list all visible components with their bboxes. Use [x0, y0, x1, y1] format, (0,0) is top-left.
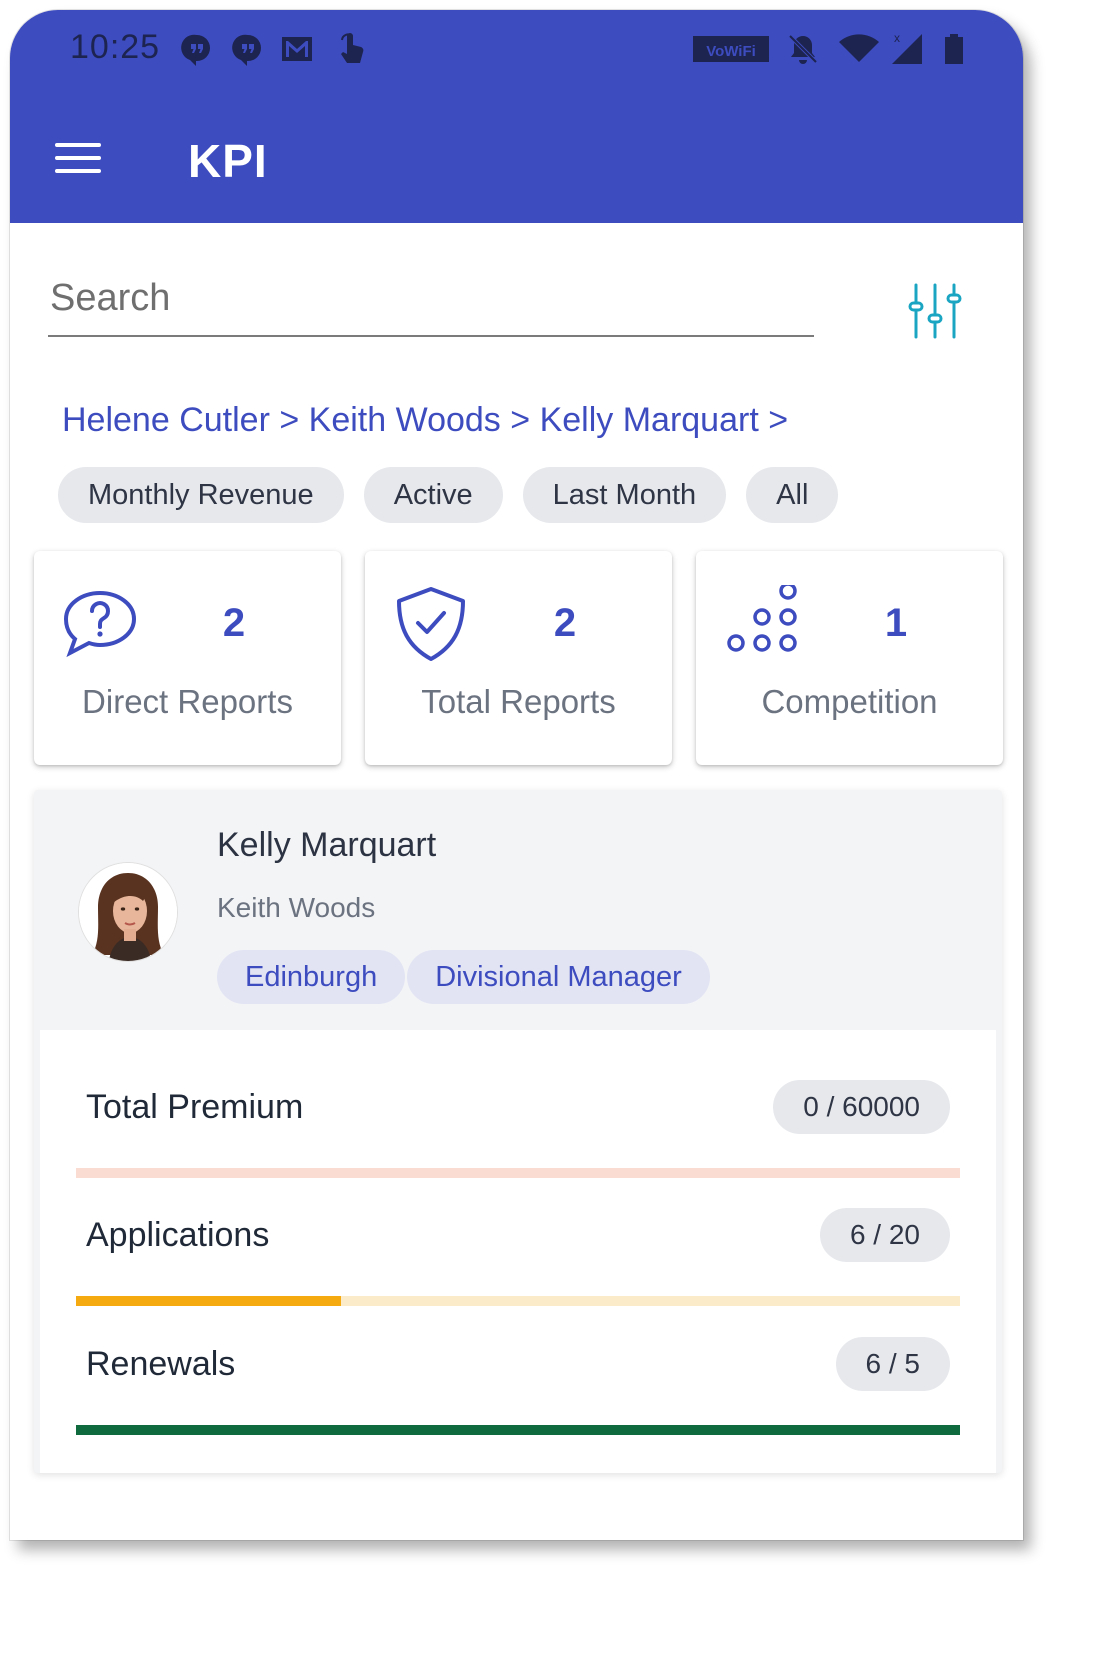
tag-location[interactable]: Edinburgh — [217, 950, 406, 1004]
progress-bar-renewals — [76, 1425, 960, 1435]
breadcrumb: Helene Cutler > Keith Woods > Kelly Marq… — [62, 401, 788, 440]
quote-notification-icon — [232, 34, 261, 66]
wifi-icon — [839, 34, 879, 62]
signal-icon: x — [892, 32, 922, 64]
avatar-photo-icon — [79, 863, 177, 961]
metric-value-total-premium: 0 / 60000 — [773, 1080, 950, 1134]
metric-label-renewals: Renewals — [86, 1345, 236, 1383]
quote-notification-icon — [181, 34, 210, 66]
shield-check-icon — [397, 587, 465, 661]
kpi-card-total-reports[interactable]: 2 Total Reports — [365, 551, 672, 765]
breadcrumb-separator: > — [510, 401, 540, 439]
breadcrumb-item[interactable]: Kelly Marquart — [540, 401, 759, 439]
svg-text:VoWiFi: VoWiFi — [706, 43, 756, 60]
search-input[interactable] — [48, 263, 814, 333]
status-time: 10:25 — [70, 28, 161, 66]
question-bubble-icon — [63, 590, 137, 658]
chip-last-month[interactable]: Last Month — [522, 467, 727, 523]
filter-chips: Monthly Revenue Active Last Month All — [58, 467, 839, 523]
breadcrumb-separator: > — [279, 401, 309, 439]
tag-role[interactable]: Divisional Manager — [407, 950, 710, 1004]
person-manager: Keith Woods — [217, 892, 376, 923]
vowifi-icon: VoWiFi — [693, 36, 769, 62]
metric-value-applications: 6 / 20 — [819, 1208, 950, 1262]
gmail-icon — [282, 37, 312, 61]
bell-off-icon — [788, 34, 818, 64]
kpi-value: 2 — [222, 601, 246, 645]
kpi-label: Total Reports — [421, 683, 616, 720]
kpi-label: Competition — [761, 683, 938, 720]
kpi-card-competition[interactable]: 1 Competition — [696, 551, 1003, 765]
breadcrumb-item[interactable]: Keith Woods — [309, 401, 501, 439]
battery-icon — [945, 34, 963, 64]
phone-screen: 10:25 VoWiFi x KPI Search Helene Cutler … — [10, 10, 1023, 1540]
kpi-card-direct-reports[interactable]: 2 Direct Reports — [34, 551, 341, 765]
kpi-value: 2 — [553, 601, 577, 645]
kpi-value: 1 — [884, 601, 908, 645]
page-title: KPI — [188, 135, 268, 187]
svg-text:x: x — [894, 32, 900, 45]
breadcrumb-item[interactable]: Helene Cutler — [62, 401, 270, 439]
sliders-icon[interactable] — [906, 281, 964, 341]
chip-active[interactable]: Active — [363, 467, 503, 523]
profile-card[interactable]: Kelly Marquart Keith Woods Edinburgh Div… — [34, 790, 1002, 1473]
circles-pyramid-icon — [727, 585, 797, 652]
metric-label-applications: Applications — [86, 1216, 270, 1254]
profile-tags: Edinburgh Divisional Manager — [217, 950, 710, 1004]
status-bar: 10:25 VoWiFi x — [10, 10, 1023, 90]
progress-fill — [76, 1296, 342, 1306]
app-bar: KPI — [10, 90, 1023, 223]
hamburger-menu-icon[interactable] — [55, 143, 101, 175]
chip-all[interactable]: All — [746, 467, 839, 523]
metrics-panel: Total Premium 0 / 60000 Applications 6 /… — [40, 1030, 996, 1473]
person-name: Kelly Marquart — [217, 826, 437, 864]
breadcrumb-separator: > — [768, 401, 789, 439]
avatar — [79, 863, 177, 961]
progress-fill — [76, 1425, 960, 1435]
progress-bar-total-premium — [76, 1168, 960, 1178]
metric-label-total-premium: Total Premium — [86, 1088, 304, 1126]
metric-value-renewals: 6 / 5 — [835, 1337, 950, 1391]
main-content: Helene Cutler > Keith Woods > Kelly Marq… — [10, 223, 1023, 1540]
progress-bar-applications — [76, 1296, 960, 1306]
touch-icon — [341, 33, 364, 63]
chip-monthly-revenue[interactable]: Monthly Revenue — [58, 467, 344, 523]
kpi-label: Direct Reports — [82, 683, 293, 720]
search-field — [48, 263, 814, 337]
